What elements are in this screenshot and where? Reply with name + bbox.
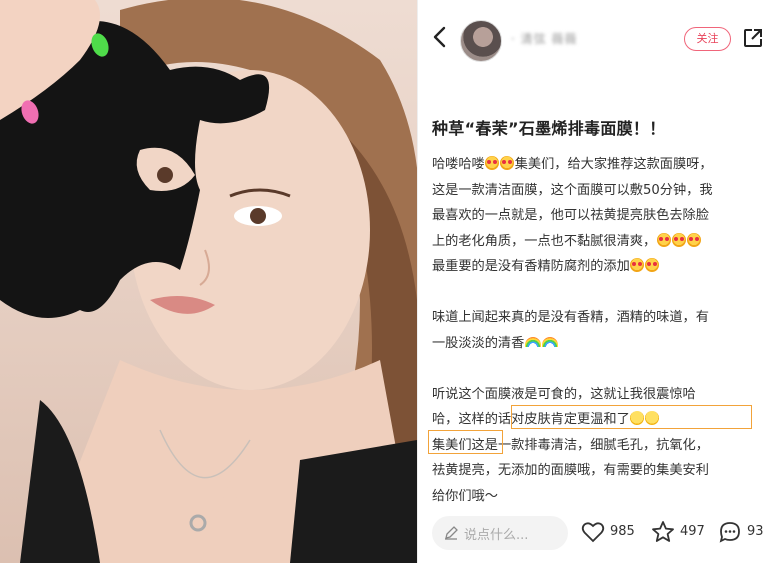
like-count: 985 xyxy=(610,524,635,539)
star-eyes-emoji xyxy=(645,258,660,272)
star-icon xyxy=(652,521,674,542)
collect-button[interactable]: 497 xyxy=(651,520,711,546)
comment-count: 93 xyxy=(747,524,764,539)
star-eyes-emoji xyxy=(656,232,671,247)
star-eyes-emoji xyxy=(485,156,500,170)
username[interactable]: · 清弦 薇薇 xyxy=(511,30,577,47)
body-line: 祛黄提亮，无添加的面膜哦，有需要的集美安利 xyxy=(432,463,709,478)
highlighted-text: 祛黄提亮 xyxy=(432,463,485,478)
rainbow-emoji xyxy=(541,336,558,347)
post-header: · 清弦 薇薇 关注 xyxy=(418,0,778,72)
bottom-bar: 说点什么... 985 497 93 xyxy=(418,510,778,558)
post-panel: · 清弦 薇薇 关注 种草“春茉”石墨烯排毒面膜！！ 哈喽哈喽 集美们，给大家推荐… xyxy=(417,0,778,563)
body-line: 一股淡淡的清香 xyxy=(432,331,772,357)
post-title: 种草“春茉”石墨烯排毒面膜！！ xyxy=(432,119,666,138)
body-line: 最重要的是没有香精防腐剂的添加 xyxy=(432,254,772,280)
collect-count: 497 xyxy=(680,524,705,539)
star-eyes-emoji xyxy=(630,258,645,272)
post-body: 哈喽哈喽 集美们，给大家推荐这款面膜呀， 这是一款清洁面膜，这个面膜可以敷50分钟… xyxy=(432,152,772,509)
share-icon[interactable] xyxy=(743,28,763,48)
comment-button[interactable]: 93 xyxy=(718,520,774,546)
heart-icon xyxy=(581,522,605,543)
highlight-box xyxy=(511,405,752,429)
back-icon[interactable] xyxy=(430,26,450,48)
body-line: 味道上闻起来真的是没有香精，酒精的味道，有 xyxy=(432,310,709,325)
body-line: 最喜欢的一点就是，他可以祛黄提亮肤色去除脸 xyxy=(432,208,709,223)
body-line: 听说这个面膜液是可食的，这就让我很震惊哈 xyxy=(432,386,696,402)
follow-button[interactable]: 关注 xyxy=(684,27,731,51)
body-line: 哈喽哈喽 集美们，给大家推荐这款面膜呀， xyxy=(432,156,713,172)
star-eyes-emoji xyxy=(500,156,515,170)
comment-placeholder: 说点什么... xyxy=(464,528,529,543)
highlight-box xyxy=(428,430,503,454)
like-button[interactable]: 985 xyxy=(581,520,641,546)
avatar[interactable] xyxy=(460,20,502,62)
body-line: 这是一款清洁面膜，这个面膜可以敷50分钟，我 xyxy=(432,182,713,198)
highlighted-text: 一款排毒清洁，细腻毛孔，抗氧化， xyxy=(497,437,709,453)
comment-icon xyxy=(719,522,740,543)
rainbow-emoji xyxy=(524,336,541,347)
star-eyes-emoji xyxy=(686,232,701,247)
pen-icon xyxy=(445,526,458,540)
star-eyes-emoji xyxy=(671,232,686,247)
body-line: 上的老化角质，一点也不黏腻很清爽， xyxy=(432,229,772,255)
body-line: 给你们哦～ xyxy=(432,488,498,504)
post-photo xyxy=(0,0,417,563)
comment-input[interactable]: 说点什么... xyxy=(432,516,568,550)
